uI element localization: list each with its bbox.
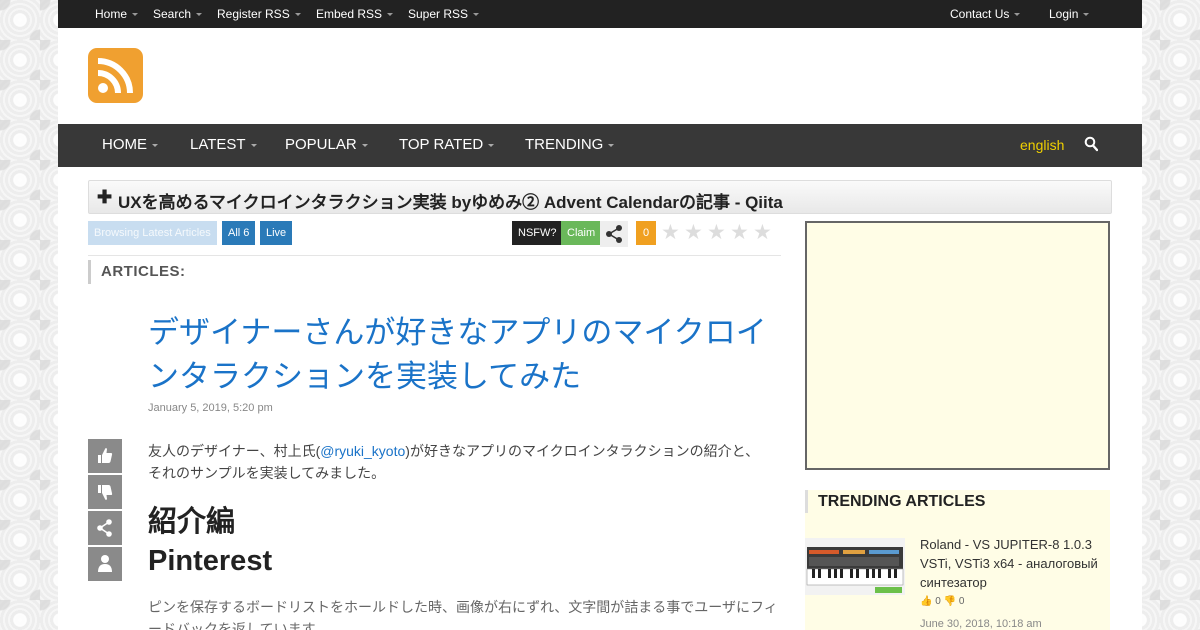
page: Home Search Register RSS Embed RSS Super… xyxy=(58,0,1142,630)
topnav-home[interactable]: Home xyxy=(95,7,139,21)
share-icon xyxy=(97,519,112,537)
thumbs-down-icon xyxy=(98,485,113,500)
star-icon[interactable]: ★ xyxy=(707,222,726,244)
feed-title: UXを高めるマイクロインタラクション実装 byゆめみ② Advent Calen… xyxy=(118,193,783,212)
articles-label: ARTICLES: xyxy=(88,260,186,284)
trending-article-date: June 30, 2018, 10:18 am xyxy=(920,618,1042,630)
topnav-login[interactable]: Login xyxy=(1049,7,1090,21)
thumbs-down-icon: 👎 xyxy=(943,596,957,607)
author-link[interactable]: @ryuki_kyoto xyxy=(320,443,405,459)
subsection-heading: Pinterest xyxy=(148,545,273,577)
topnav-super-rss[interactable]: Super RSS xyxy=(408,7,480,21)
synth-thumbnail-image xyxy=(805,538,905,595)
mainnav-latest[interactable]: LATEST xyxy=(190,136,257,153)
topnav-register-rss[interactable]: Register RSS xyxy=(217,7,301,21)
star-icon[interactable]: ★ xyxy=(684,222,703,244)
trending-article-title[interactable]: Roland - VS JUPITER-8 1.0.3 VSTi, VSTi3 … xyxy=(920,535,1112,592)
dislike-button[interactable] xyxy=(88,475,122,509)
rss-icon xyxy=(97,58,133,94)
divider xyxy=(88,255,781,256)
plus-icon[interactable]: ✚ xyxy=(97,187,112,208)
ad-placeholder xyxy=(805,221,1110,470)
live-tag[interactable]: Live xyxy=(260,221,293,245)
article-date: January 5, 2019, 5:20 pm xyxy=(148,402,273,414)
trending-heading: TRENDING ARTICLES xyxy=(805,490,1110,513)
like-button[interactable] xyxy=(88,439,122,473)
star-icon[interactable]: ★ xyxy=(661,222,680,244)
pinterest-description: ピンを保存するボードリストをホールドした時、画像が右にずれ、文字間が詰まる事でユ… xyxy=(148,599,778,630)
nsfw-button[interactable]: NSFW? xyxy=(512,221,563,245)
claim-button[interactable]: Claim xyxy=(561,221,602,245)
author-button[interactable] xyxy=(88,547,122,581)
language-selector[interactable]: english xyxy=(1020,137,1064,153)
article-title-link[interactable]: デザイナーさんが好きなアプリのマイクロインタラクションを実装してみた xyxy=(148,311,788,399)
top-bar: Home Search Register RSS Embed RSS Super… xyxy=(58,0,1142,28)
site-logo[interactable] xyxy=(88,48,143,103)
main-nav: HOME LATEST POPULAR TOP RATED TRENDING e… xyxy=(58,124,1142,167)
star-icon[interactable]: ★ xyxy=(753,222,772,244)
trending-article-votes: 👍 0 👎 0 xyxy=(920,596,964,607)
share-icon xyxy=(606,225,622,243)
trending-widget: TRENDING ARTICLES Roland - VS JUPITER-8 … xyxy=(805,490,1110,630)
intro-text-before: 友人のデザイナー、村上氏( xyxy=(148,443,321,459)
article-intro: 友人のデザイナー、村上氏(@ryuki_kyoto)が好きなアプリのマイクロイン… xyxy=(148,440,768,484)
share-side-button[interactable] xyxy=(88,511,122,545)
feed-title-bar: ✚ UXを高めるマイクロインタラクション実装 byゆめみ② Advent Cal… xyxy=(88,180,1112,214)
mainnav-trending[interactable]: TRENDING xyxy=(525,136,615,153)
browsing-latest-tag[interactable]: Browsing Latest Articles xyxy=(88,221,217,245)
star-icon[interactable]: ★ xyxy=(730,222,749,244)
all-articles-tag[interactable]: All 6 xyxy=(222,221,256,245)
thumbs-up-icon xyxy=(98,448,113,463)
topnav-embed-rss[interactable]: Embed RSS xyxy=(316,7,394,21)
share-button[interactable] xyxy=(600,221,628,247)
search-icon[interactable] xyxy=(1084,136,1098,152)
mainnav-top-rated[interactable]: TOP RATED xyxy=(399,136,495,153)
like-count: 0 xyxy=(935,596,941,607)
dislike-count: 0 xyxy=(958,596,965,607)
user-icon xyxy=(98,555,112,572)
article-thumbnail[interactable] xyxy=(805,538,905,595)
vote-count-badge: 0 xyxy=(636,221,657,245)
thumbs-up-icon: 👍 xyxy=(920,596,933,607)
mainnav-popular[interactable]: POPULAR xyxy=(285,136,368,153)
topnav-contact-us[interactable]: Contact Us xyxy=(950,7,1021,21)
mainnav-home[interactable]: HOME xyxy=(102,136,158,153)
topnav-search[interactable]: Search xyxy=(153,7,203,21)
section-heading: 紹介編 xyxy=(148,506,236,538)
